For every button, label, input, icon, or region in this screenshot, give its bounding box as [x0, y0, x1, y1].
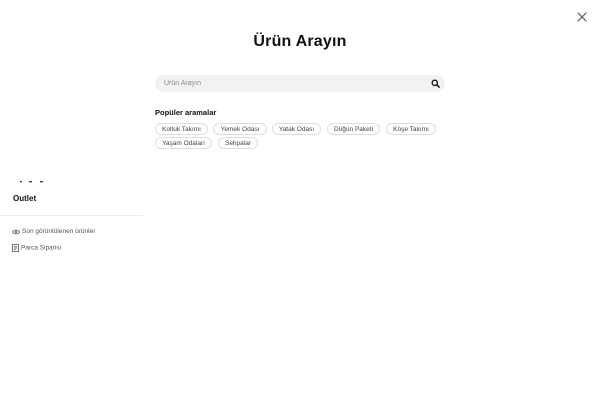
search-button[interactable] — [431, 79, 440, 88]
receipt-icon — [12, 244, 19, 252]
close-icon — [577, 12, 587, 22]
search-bar — [155, 75, 445, 92]
modal-title: Ürün Arayın — [253, 33, 347, 50]
recently-viewed-label: Son görüntülenen ürünler — [22, 228, 96, 235]
search-input[interactable] — [155, 75, 417, 92]
sidebar-item-outlet[interactable]: Outlet — [13, 194, 36, 203]
sidebar-divider — [0, 215, 143, 216]
parts-order-label: Parca Siparisi — [21, 244, 62, 252]
popular-search-chip[interactable]: Sehpalar — [218, 137, 258, 149]
popular-searches-heading: Popüler aramalar — [155, 108, 217, 117]
popular-search-chip[interactable]: Düğün Paketi — [327, 123, 380, 135]
recently-viewed-link[interactable]: Son görüntülenen ürünler — [12, 228, 95, 235]
search-icon — [431, 79, 440, 88]
popular-search-chip[interactable]: Yatak Odası — [272, 123, 321, 135]
popular-search-chip[interactable]: Yemek Odası — [213, 123, 267, 135]
popular-search-chip[interactable]: Koltuk Takımı — [155, 123, 208, 135]
clipped-menu-text-fragment — [20, 181, 43, 183]
close-button[interactable] — [575, 10, 589, 24]
popular-search-chip[interactable]: Yaşam Odaları — [155, 137, 212, 149]
parts-order-link[interactable]: Parca Siparisi — [12, 244, 61, 252]
popular-search-chip[interactable]: Köşe Takımı — [386, 123, 436, 135]
eye-icon — [12, 229, 20, 235]
